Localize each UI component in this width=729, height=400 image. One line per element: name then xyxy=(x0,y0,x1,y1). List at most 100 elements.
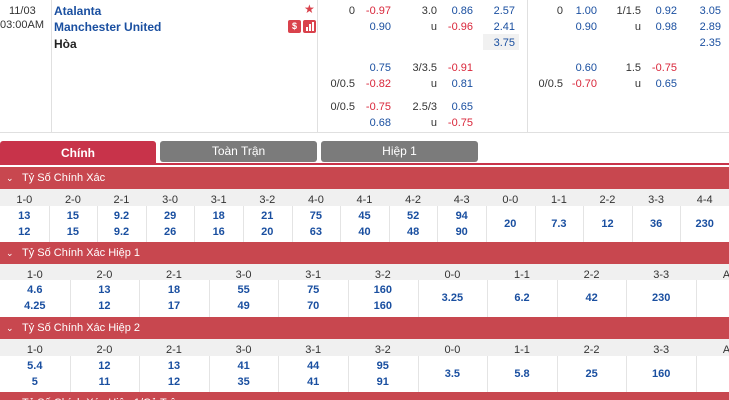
odds-grid: 0 -0.97 0.90 0.75 0/0.5 -0.82 0/0.5 -0.7… xyxy=(319,0,729,133)
draw-score-odd[interactable]: 3.25 xyxy=(418,292,488,304)
home-score-odd[interactable]: 13 xyxy=(70,284,140,296)
away-score-odd[interactable]: 49 xyxy=(209,300,279,312)
ou-over-odd[interactable]: -0.91 xyxy=(437,62,473,74)
away-score-odd[interactable]: 35 xyxy=(209,376,279,388)
away-score-odd[interactable]: 12 xyxy=(0,226,49,238)
away-team[interactable]: Manchester United xyxy=(54,20,161,34)
hdp-home-odd[interactable]: -0.75 xyxy=(355,101,391,113)
match-row: 11/03 03:00AM Atalanta Manchester United… xyxy=(0,0,729,133)
home-score-odd[interactable]: 9.2 xyxy=(97,210,146,222)
draw-score-odd[interactable]: 230 xyxy=(680,218,729,230)
away-score-odd[interactable]: 26 xyxy=(146,226,195,238)
bar-chart-icon[interactable] xyxy=(303,20,316,33)
home-score-odd[interactable]: 41 xyxy=(209,360,279,372)
h1-hdp-home-odd[interactable]: 1.00 xyxy=(561,5,597,17)
home-score-odd[interactable]: 55 xyxy=(209,284,279,296)
ou-under-odd[interactable]: -0.96 xyxy=(437,21,473,33)
home-team[interactable]: Atalanta xyxy=(54,4,101,18)
h1-hdp-away-odd[interactable]: 0.90 xyxy=(561,21,597,33)
home-score-odd[interactable]: 5.4 xyxy=(0,360,70,372)
away-score-odd[interactable]: 16 xyxy=(194,226,243,238)
away-score-odd[interactable]: 15 xyxy=(49,226,98,238)
1x2-draw-odd[interactable]: 3.75 xyxy=(479,37,515,49)
home-score-odd[interactable]: 15 xyxy=(49,210,98,222)
star-icon[interactable]: ★ xyxy=(304,3,316,15)
home-score-odd[interactable]: 12 xyxy=(70,360,140,372)
away-score-odd[interactable]: 90 xyxy=(437,226,486,238)
home-score-odd[interactable]: 45 xyxy=(340,210,389,222)
tab-full-match[interactable]: Toàn Trận xyxy=(160,141,317,162)
h1-ou-over-odd[interactable]: 0.92 xyxy=(641,5,677,17)
home-score-odd[interactable]: 95 xyxy=(348,360,418,372)
h1-hdp-away-odd[interactable]: 0.60 xyxy=(561,62,597,74)
home-score-odd[interactable]: 52 xyxy=(389,210,438,222)
draw-score-odd[interactable]: 25 xyxy=(557,368,627,380)
draw-score-odd[interactable]: 42 xyxy=(557,292,627,304)
draw-score-odd[interactable]: 160 xyxy=(626,368,696,380)
section-header-correct-score[interactable]: ⌄ Tỷ Số Chính Xác xyxy=(0,167,729,189)
chevron-down-icon: ⌄ xyxy=(6,323,14,333)
away-score-odd[interactable]: 17 xyxy=(139,300,209,312)
tab-main[interactable]: Chính xyxy=(0,141,156,165)
away-score-odd[interactable]: 11 xyxy=(70,376,140,388)
away-score-odd[interactable]: 12 xyxy=(70,300,140,312)
h1-1x2-home-odd[interactable]: 3.05 xyxy=(685,5,721,17)
h1-ou-under-label: u xyxy=(634,78,641,90)
dollar-icon[interactable]: $ xyxy=(288,20,301,33)
away-score-odd[interactable]: 5 xyxy=(0,376,70,388)
home-score-odd[interactable]: 75 xyxy=(292,210,341,222)
ou-over-odd[interactable]: 0.65 xyxy=(437,101,473,113)
away-score-odd[interactable]: 9.2 xyxy=(97,226,146,238)
away-score-odd[interactable]: 63 xyxy=(292,226,341,238)
draw-score-odd[interactable]: 6.2 xyxy=(487,292,557,304)
hdp-home-odd[interactable]: -0.97 xyxy=(355,5,391,17)
home-score-odd[interactable]: 160 xyxy=(348,284,418,296)
away-score-odd[interactable]: 40 xyxy=(340,226,389,238)
h1-hdp-home-odd[interactable]: -0.70 xyxy=(561,78,597,90)
away-score-odd[interactable]: 41 xyxy=(278,376,348,388)
1x2-home-odd[interactable]: 2.57 xyxy=(479,5,515,17)
away-score-odd[interactable]: 12 xyxy=(139,376,209,388)
h1-ou-under-odd[interactable]: 0.65 xyxy=(641,78,677,90)
home-score-odd[interactable]: 44 xyxy=(278,360,348,372)
tab-first-half[interactable]: Hiệp 1 xyxy=(321,141,478,162)
ou-over-odd[interactable]: 0.86 xyxy=(437,5,473,17)
hdp-away-odd[interactable]: 0.68 xyxy=(355,117,391,129)
ou-under-odd[interactable]: -0.75 xyxy=(437,117,473,129)
h1-ou-under-odd[interactable]: 0.98 xyxy=(641,21,677,33)
section-header-correct-score-h2[interactable]: ⌄ Tỷ Số Chính Xác Hiệp 2 xyxy=(0,317,729,339)
h1-1x2-draw-odd[interactable]: 2.35 xyxy=(685,37,721,49)
section-header-correct-score-h1[interactable]: ⌄ Tỷ Số Chính Xác Hiệp 1 xyxy=(0,242,729,264)
h1-1x2-away-odd[interactable]: 2.89 xyxy=(685,21,721,33)
away-score-odd[interactable]: 160 xyxy=(348,300,418,312)
home-score-odd[interactable]: 4.6 xyxy=(0,284,70,296)
draw-score-odd[interactable]: 12 xyxy=(583,218,632,230)
hdp-away-odd[interactable]: 0.90 xyxy=(355,21,391,33)
h1-ou-over-odd[interactable]: -0.75 xyxy=(641,62,677,74)
hdp-home-odd[interactable]: -0.82 xyxy=(355,78,391,90)
home-score-odd[interactable]: 13 xyxy=(0,210,49,222)
home-score-odd[interactable]: 75 xyxy=(278,284,348,296)
draw-score-odd[interactable]: 230 xyxy=(626,292,696,304)
away-score-odd[interactable]: 4.25 xyxy=(0,300,70,312)
home-score-odd[interactable]: 94 xyxy=(437,210,486,222)
home-score-odd[interactable]: 21 xyxy=(243,210,292,222)
h1-ou-line: 1.5 xyxy=(625,62,641,74)
hdp-away-odd[interactable]: 0.75 xyxy=(355,62,391,74)
home-score-odd[interactable]: 18 xyxy=(139,284,209,296)
draw-score-odd[interactable]: 36 xyxy=(632,218,681,230)
home-score-odd[interactable]: 18 xyxy=(194,210,243,222)
away-score-odd[interactable]: 91 xyxy=(348,376,418,388)
ou-under-odd[interactable]: 0.81 xyxy=(437,78,473,90)
home-score-odd[interactable]: 29 xyxy=(146,210,195,222)
draw-score-odd[interactable]: 7.3 xyxy=(535,218,584,230)
draw-score-odd[interactable]: 5.8 xyxy=(487,368,557,380)
1x2-away-odd[interactable]: 2.41 xyxy=(479,21,515,33)
home-score-odd[interactable]: 13 xyxy=(139,360,209,372)
away-score-odd[interactable]: 20 xyxy=(243,226,292,238)
draw-score-odd[interactable]: 3.5 xyxy=(418,368,488,380)
away-score-odd[interactable]: 48 xyxy=(389,226,438,238)
section-header-halftime-fulltime[interactable]: Tỷ Số Chính Xác Hiệp 1/Cả Trận xyxy=(0,392,729,400)
away-score-odd[interactable]: 70 xyxy=(278,300,348,312)
draw-score-odd[interactable]: 20 xyxy=(486,218,535,230)
